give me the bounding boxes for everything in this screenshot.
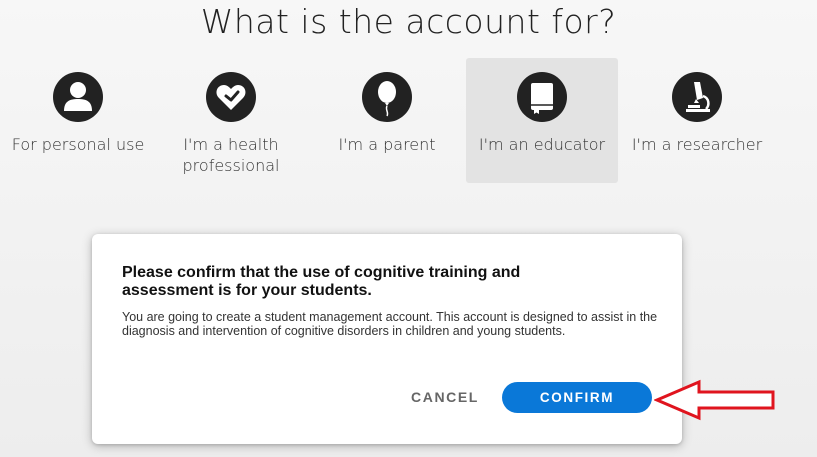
balloon-icon: [362, 72, 412, 122]
heart-health-icon: [206, 72, 256, 122]
cancel-button[interactable]: CANCEL: [392, 382, 498, 412]
person-icon: [53, 72, 103, 122]
confirm-button[interactable]: CONFIRM: [502, 382, 652, 413]
account-type-options: For personal use I'm a health profession…: [0, 58, 817, 184]
option-label: I'm a health professional: [182, 135, 280, 175]
annotation-arrow-icon: [653, 379, 778, 421]
option-parent[interactable]: I'm a parent: [312, 58, 462, 183]
page-title: What is the account for?: [200, 2, 617, 41]
dialog-body: You are going to create a student manage…: [122, 310, 658, 338]
option-health-professional[interactable]: I'm a health professional: [160, 58, 302, 183]
option-personal-use[interactable]: For personal use: [4, 58, 152, 183]
option-label: I'm a researcher: [631, 135, 763, 154]
option-label: I'm a parent: [338, 135, 436, 154]
option-label: I'm an educator: [478, 135, 606, 154]
option-educator[interactable]: I'm an educator: [466, 58, 618, 183]
option-label: For personal use: [11, 135, 145, 154]
dialog-title: Please confirm that the use of cognitive…: [122, 264, 521, 299]
microscope-icon: [672, 72, 722, 122]
option-researcher[interactable]: I'm a researcher: [626, 58, 768, 183]
book-icon: [517, 72, 567, 122]
confirmation-dialog: Please confirm that the use of cognitive…: [92, 234, 682, 444]
